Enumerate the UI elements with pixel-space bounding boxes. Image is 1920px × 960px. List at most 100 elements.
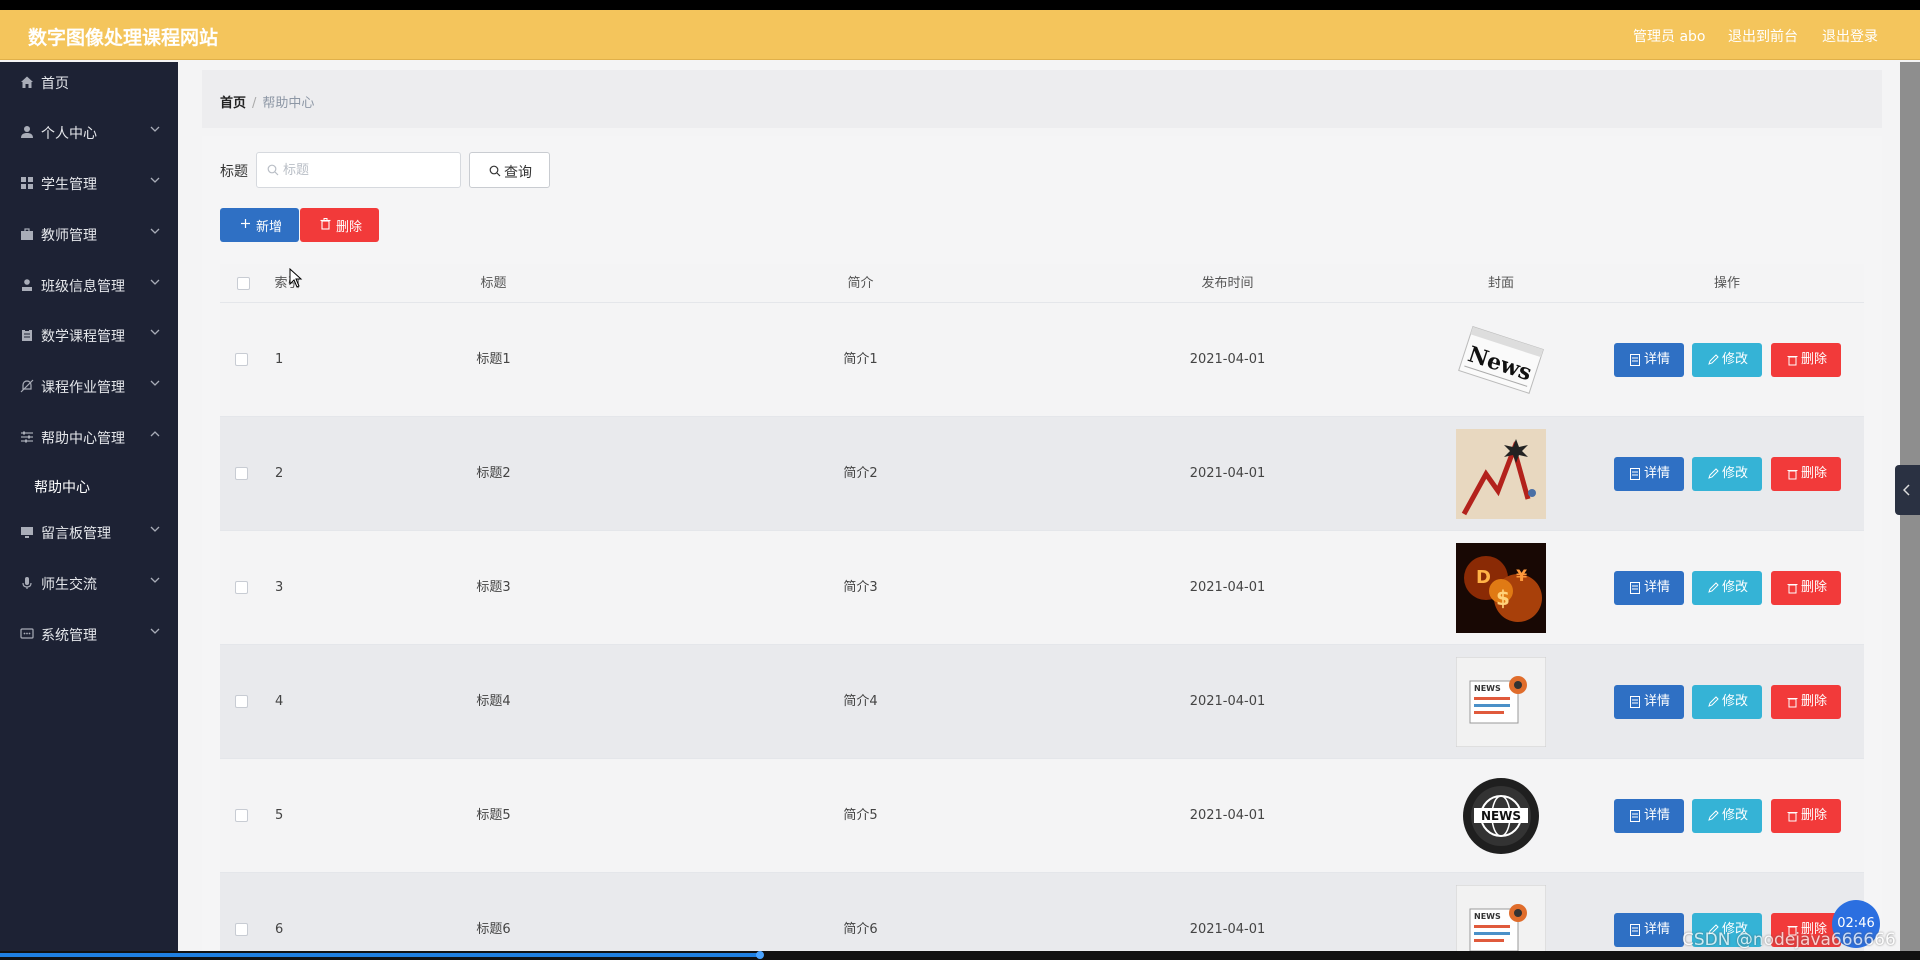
edit-button[interactable]: 修改 [1692, 571, 1762, 605]
table-row: 6 标题6 简介6 2021-04-01 NEWS 详情 修改 删除 [220, 873, 1864, 951]
add-button-label: 新增 [256, 220, 283, 235]
sidebar-item-profile[interactable]: 个人中心 [0, 112, 178, 152]
data-table: 索引 标题 简介 发布时间 封面 操作 1 标题1 简介1 2021-04-01… [220, 264, 1864, 951]
cell-index: 5 [275, 808, 284, 823]
top-header: 数字图像处理课程网站 管理员 abo 退出到前台 退出登录 [0, 10, 1920, 60]
cover-news-document-image[interactable]: NEWS [1456, 885, 1546, 951]
person-icon [20, 278, 34, 292]
batch-delete-button[interactable]: 删除 [300, 208, 379, 242]
column-header-cover[interactable]: 封面 [1411, 264, 1591, 303]
document-icon [1630, 354, 1640, 366]
column-header-date[interactable]: 发布时间 [1044, 264, 1411, 303]
sidebar-item-help-center-management[interactable]: 帮助中心管理 [0, 417, 178, 457]
cell-title: 标题6 [476, 922, 511, 937]
delete-button-label: 删除 [1801, 808, 1828, 823]
sidebar-item-class-info[interactable]: 班级信息管理 [0, 265, 178, 305]
search-input[interactable] [283, 161, 453, 179]
back-to-front-link[interactable]: 退出到前台 [1728, 26, 1798, 46]
sidebar-item-math-course[interactable]: 数学课程管理 [0, 315, 178, 355]
delete-button-label: 删除 [1801, 352, 1828, 367]
delete-button[interactable]: 删除 [1771, 457, 1841, 491]
chevron-down-icon [149, 377, 161, 389]
trash-icon [1787, 584, 1798, 594]
video-progress-handle[interactable] [756, 951, 764, 959]
edit-button[interactable]: 修改 [1692, 343, 1762, 377]
edit-button[interactable]: 修改 [1692, 799, 1762, 833]
app-window: 数字图像处理课程网站 管理员 abo 退出到前台 退出登录 首页 个人中心 学生… [0, 10, 1920, 951]
table-row: 3 标题3 简介3 2021-04-01 D $ ¥ 详情 修改 删除 [220, 531, 1864, 645]
sidebar-item-label: 留言板管理 [41, 526, 111, 542]
cover-news-document-image[interactable]: NEWS [1456, 657, 1546, 747]
grid-icon [20, 176, 34, 190]
table-row: 5 标题5 简介5 2021-04-01 NEWS 详情 修改 删除 [220, 759, 1864, 873]
cell-title: 标题2 [476, 466, 511, 481]
monitor-icon [20, 525, 34, 539]
sidebar-item-label: 教师管理 [41, 228, 97, 244]
row-checkbox[interactable] [235, 923, 248, 936]
admin-user-label[interactable]: 管理员 abo [1633, 26, 1705, 46]
detail-button-label: 详情 [1644, 694, 1671, 709]
row-checkbox[interactable] [235, 353, 248, 366]
trash-icon [1787, 470, 1798, 480]
sidebar-item-system[interactable]: 系统管理 [0, 614, 178, 654]
breadcrumb-separator: / [252, 96, 257, 111]
chevron-down-icon [149, 225, 161, 237]
sidebar: 首页 个人中心 学生管理 教师管理 班级信息管理 数学课程管理 课程作业管理 帮… [0, 62, 178, 951]
sidebar-item-homework[interactable]: 课程作业管理 [0, 366, 178, 406]
cover-falling-chart-image[interactable] [1456, 429, 1546, 519]
bell-off-icon [20, 379, 34, 393]
pencil-icon [1708, 468, 1719, 479]
sidebar-item-label: 帮助中心管理 [41, 431, 125, 447]
column-header-intro[interactable]: 简介 [677, 264, 1044, 303]
cover-newspaper-image[interactable]: News [1456, 315, 1546, 405]
cover-news-globe-image[interactable]: NEWS [1456, 771, 1546, 861]
sidebar-item-home[interactable]: 首页 [0, 62, 178, 102]
detail-button[interactable]: 详情 [1614, 343, 1684, 377]
main-content: 标题 查询 新增 删除 索引 [202, 136, 1882, 951]
row-checkbox[interactable] [235, 467, 248, 480]
detail-button[interactable]: 详情 [1614, 913, 1684, 947]
panel-collapse-toggle[interactable] [1895, 465, 1920, 515]
breadcrumb-current: 帮助中心 [262, 96, 315, 111]
select-all-checkbox[interactable] [237, 277, 250, 290]
pencil-icon [1708, 582, 1719, 593]
cell-index: 2 [275, 466, 284, 481]
delete-button[interactable]: 删除 [1771, 799, 1841, 833]
detail-button[interactable]: 详情 [1614, 685, 1684, 719]
column-header-title[interactable]: 标题 [310, 264, 677, 303]
edit-button[interactable]: 修改 [1692, 457, 1762, 491]
delete-button[interactable]: 删除 [1771, 685, 1841, 719]
pencil-icon [1708, 696, 1719, 707]
edit-button-label: 修改 [1722, 580, 1749, 595]
home-icon [20, 75, 34, 89]
detail-button-label: 详情 [1644, 466, 1671, 481]
trash-icon [1787, 698, 1798, 708]
detail-button[interactable]: 详情 [1614, 799, 1684, 833]
sidebar-item-label: 课程作业管理 [41, 380, 125, 396]
row-checkbox[interactable] [235, 695, 248, 708]
cover-burning-currency-image[interactable]: D $ ¥ [1456, 543, 1546, 633]
add-button[interactable]: 新增 [220, 208, 299, 242]
search-field[interactable] [256, 152, 461, 188]
sidebar-subitem-label: 帮助中心 [34, 480, 90, 496]
column-header-index[interactable]: 索引 [265, 264, 310, 303]
logout-link[interactable]: 退出登录 [1822, 26, 1878, 46]
breadcrumb-home[interactable]: 首页 [220, 96, 246, 111]
sidebar-item-teachers[interactable]: 教师管理 [0, 214, 178, 254]
row-checkbox[interactable] [235, 809, 248, 822]
detail-button[interactable]: 详情 [1614, 571, 1684, 605]
query-button[interactable]: 查询 [469, 152, 550, 188]
sidebar-item-teacher-student-chat[interactable]: 师生交流 [0, 563, 178, 603]
sidebar-subitem-help-center[interactable]: 帮助中心 [0, 468, 178, 504]
delete-button[interactable]: 删除 [1771, 343, 1841, 377]
delete-button[interactable]: 删除 [1771, 571, 1841, 605]
row-checkbox[interactable] [235, 581, 248, 594]
sliders-icon [20, 430, 34, 444]
detail-button[interactable]: 详情 [1614, 457, 1684, 491]
edit-button[interactable]: 修改 [1692, 685, 1762, 719]
sidebar-item-students[interactable]: 学生管理 [0, 163, 178, 203]
cell-date: 2021-04-01 [1189, 352, 1266, 367]
table-row: 1 标题1 简介1 2021-04-01 News 详情 修改 删除 [220, 303, 1864, 417]
sidebar-item-message-board[interactable]: 留言板管理 [0, 512, 178, 552]
cell-date: 2021-04-01 [1189, 922, 1266, 937]
